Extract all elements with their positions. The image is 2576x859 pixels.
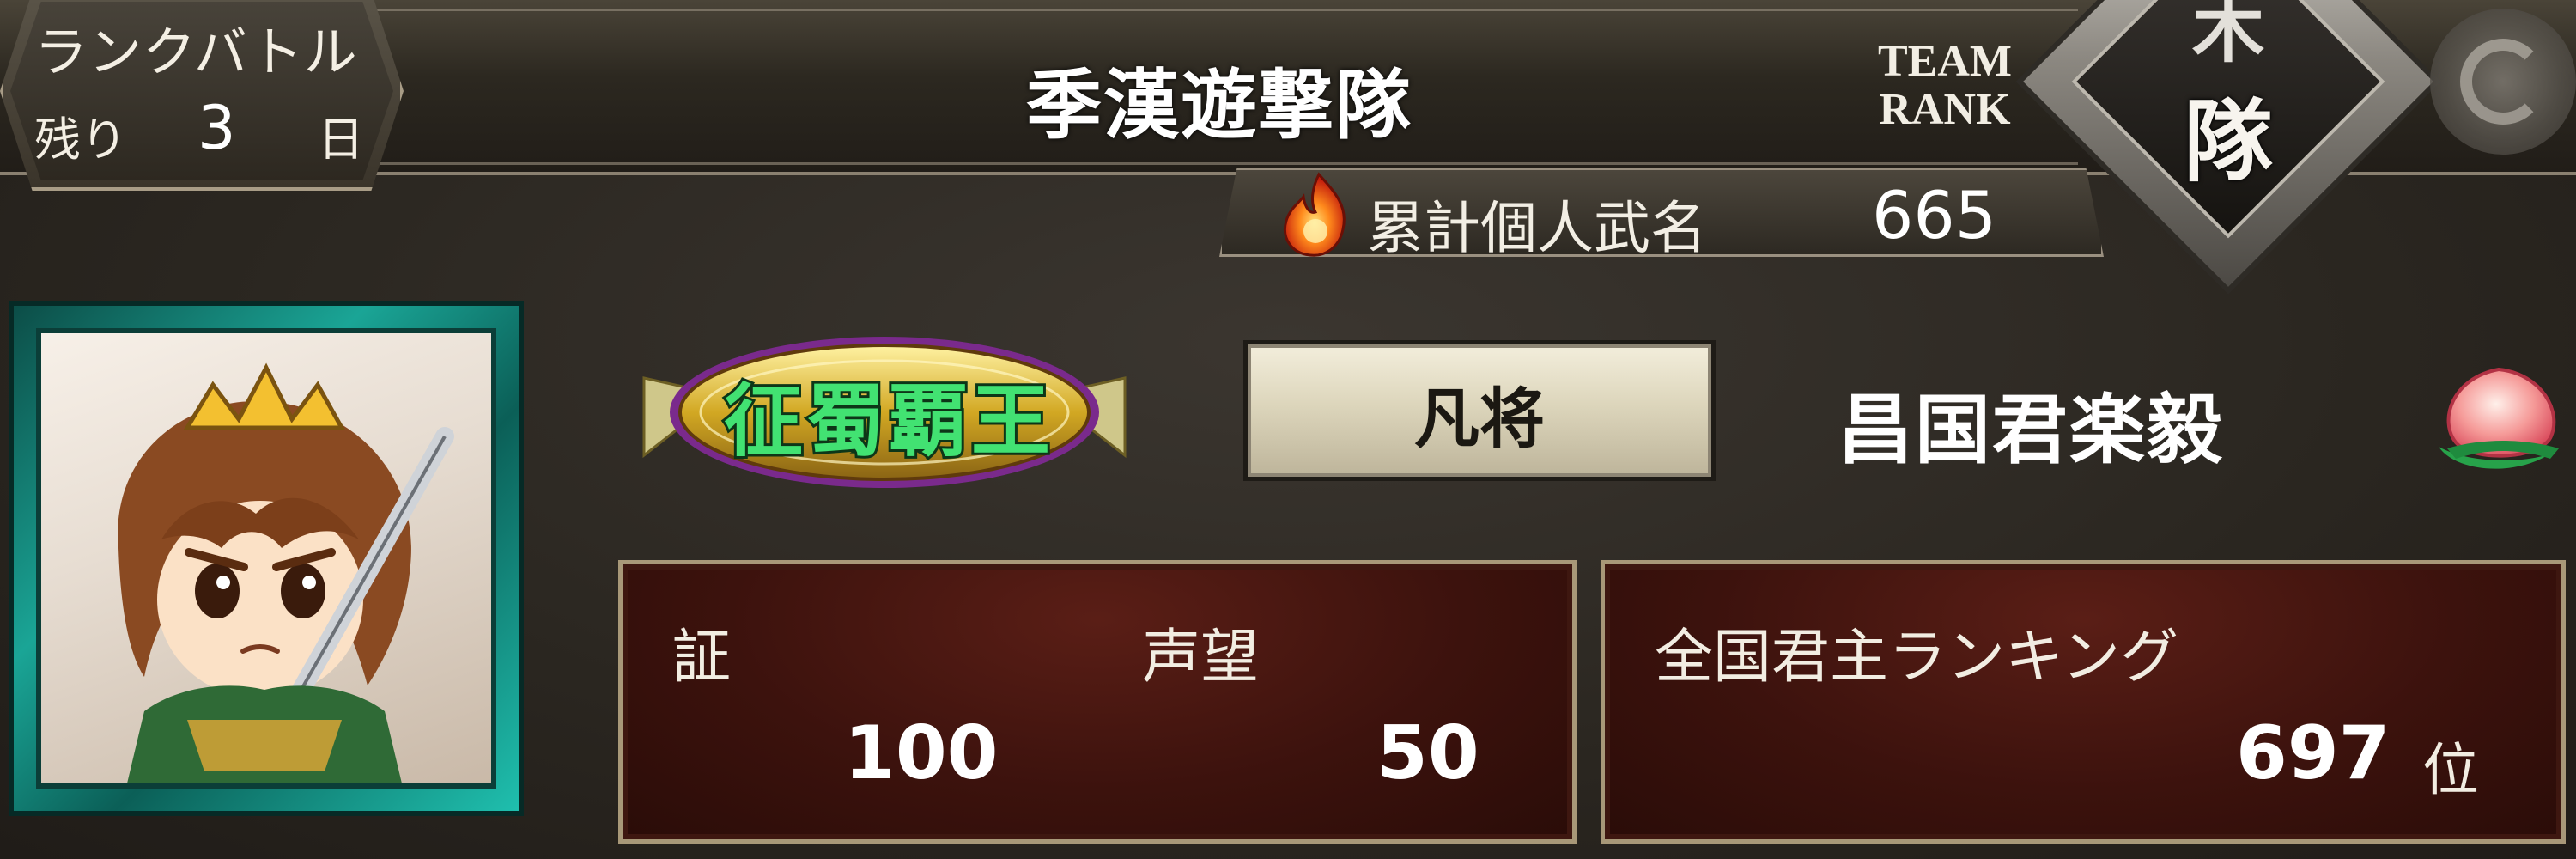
ranking-panel[interactable]: 全国君主ランキング 697 位 <box>1601 560 2566 844</box>
rank-plate-text: 凡将 <box>1414 381 1545 457</box>
cumulative-label: 累計個人武名 <box>1367 195 1707 261</box>
rank-battle-profile-screen: ランクバトル 残り 3 日 季漢遊撃隊 TEAM RANK 木 隊 累計個人武名… <box>0 0 2576 859</box>
avatar-portrait <box>36 328 496 789</box>
reputation-label: 声望 <box>1142 624 1260 691</box>
proof-value: 100 <box>844 710 999 796</box>
ranking-value: 697 <box>2236 710 2391 796</box>
ranking-label: 全国君主ランキング <box>1655 624 2178 691</box>
proof-label: 証 <box>672 624 732 691</box>
team-rank-glyph-top-icon: 木 <box>2191 0 2264 72</box>
reputation-value: 50 <box>1376 710 1479 796</box>
ranking-unit: 位 <box>2422 737 2479 803</box>
rank-battle-label: ランクバトル <box>34 21 358 83</box>
team-rank-label: TEAM RANK <box>1846 38 2044 134</box>
title-badge-text: 征蜀覇王 <box>721 372 1054 470</box>
stats-panel: 証 100 声望 50 <box>618 560 1577 844</box>
flame-icon <box>1284 172 1346 257</box>
team-rank-label-line1: TEAM <box>1878 37 2012 86</box>
cumulative-value: 665 <box>1872 177 1997 253</box>
team-rank-glyph: 隊 <box>2183 89 2273 194</box>
peach-icon[interactable] <box>2421 352 2576 481</box>
days-left-label: 残り <box>34 113 127 167</box>
days-left-value: 3 <box>197 93 236 163</box>
team-rank-label-line2: RANK <box>1879 85 2011 134</box>
avatar[interactable] <box>9 301 524 816</box>
team-name: 季漢遊撃隊 <box>1025 61 1413 149</box>
days-left-unit: 日 <box>318 113 364 167</box>
spiral-icon <box>2430 9 2576 155</box>
lord-name: 昌国君楽毅 <box>1838 386 2225 474</box>
general-portrait-icon <box>118 362 454 783</box>
